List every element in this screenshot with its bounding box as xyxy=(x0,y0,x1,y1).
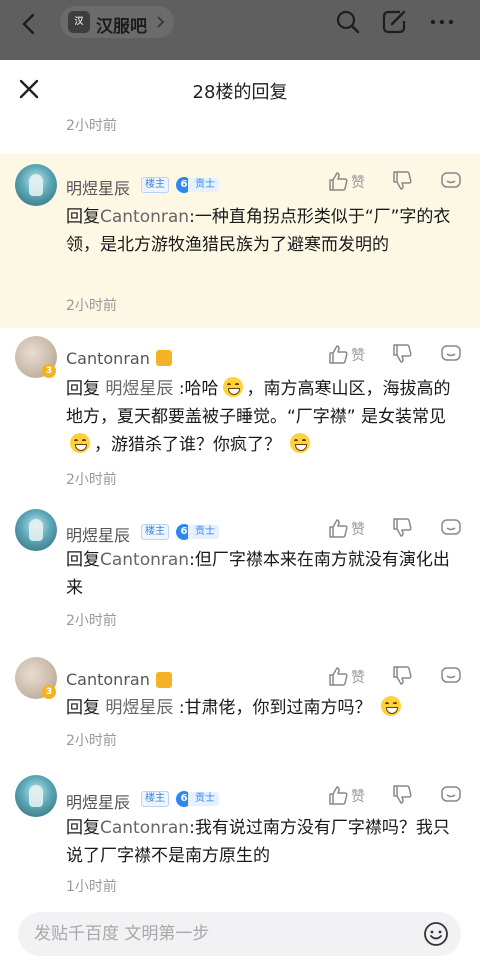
timestamp: 2小时前 xyxy=(66,298,117,314)
level-dot: 3 xyxy=(42,364,56,378)
timestamp: 2小时前 xyxy=(66,733,117,749)
reply-content: 回复Cantonran:一种直角拐点形类似于“厂”字的衣领，是北方游牧渔猎民族为… xyxy=(66,207,451,255)
reply-actions: 赞 xyxy=(327,170,467,194)
louzhu-badge: 楼主 xyxy=(141,524,169,540)
thumbs-down-icon[interactable] xyxy=(391,170,413,192)
timestamp: 2小时前 xyxy=(66,613,117,629)
username[interactable]: Cantonran xyxy=(66,349,150,368)
search-icon[interactable] xyxy=(334,8,362,36)
thumbs-down-icon[interactable] xyxy=(391,665,413,687)
reply-item: 3 Cantonran 赞 回复 明煜星辰 :甘肃佬，你到过南方吗？ 2小时前 xyxy=(0,650,480,772)
grin-emoji-icon xyxy=(70,433,90,453)
louzhu-badge: 楼主 xyxy=(141,177,169,193)
thumbs-down-icon[interactable] xyxy=(391,343,413,365)
avatar[interactable] xyxy=(15,775,57,817)
reply-actions: 赞 xyxy=(327,343,467,367)
thumbs-up-icon[interactable] xyxy=(327,343,349,365)
sheet-title: 28楼的回复 xyxy=(192,82,288,103)
avatar[interactable] xyxy=(15,164,57,206)
reply-input[interactable] xyxy=(34,912,414,956)
thumbs-up-icon[interactable] xyxy=(327,665,349,687)
reply-to-user[interactable]: Cantonran xyxy=(100,818,189,838)
back-icon[interactable] xyxy=(16,10,44,38)
username[interactable]: Cantonran xyxy=(66,670,150,689)
username[interactable]: 明煜星辰 xyxy=(66,789,130,813)
username[interactable]: 明煜星辰 xyxy=(66,522,130,546)
reply-content: 回复 明煜星辰 :甘肃佬，你到过南方吗？ xyxy=(66,694,466,722)
forum-logo: 汉 xyxy=(68,11,90,33)
grin-emoji-icon xyxy=(380,696,401,716)
reply-input-box[interactable] xyxy=(18,912,461,956)
sheet-header: 28楼的回复 xyxy=(0,60,480,118)
reply-content: 回复 明煜星辰 :哈哈 ，南方高寒山区，海拔高的地方，夏天都要盖被子睡觉。“厂字襟… xyxy=(66,377,451,455)
timestamp: 2小时前 xyxy=(66,472,117,488)
reply-item: 明煜星辰 楼主 6 贡士 赞 回复Cantonran:但厂字襟本来在南方就没有演化… xyxy=(0,502,480,650)
reply-content: 回复Cantonran:但厂字襟本来在南方就没有演化出来 xyxy=(66,550,450,598)
thumbs-down-icon[interactable] xyxy=(391,784,413,806)
reply-actions: 赞 xyxy=(327,665,467,689)
avatar[interactable]: 3 xyxy=(15,657,57,699)
top-timestamp: 2小时前 xyxy=(66,118,117,134)
avatar[interactable] xyxy=(15,509,57,551)
emoji-icon[interactable] xyxy=(423,921,449,947)
reply-content: 回复Cantonran:我有说过南方没有厂字襟吗？我只说了厂字襟不是南方原生的 xyxy=(66,818,450,866)
reply-to-user[interactable]: 明煜星辰 xyxy=(105,379,173,399)
vip-badge xyxy=(156,350,172,366)
grin-emoji-icon xyxy=(290,433,311,453)
forum-name: 汉服吧 xyxy=(96,17,147,37)
reply-to-user[interactable]: 明煜星辰 xyxy=(105,698,173,718)
comment-icon[interactable] xyxy=(440,170,462,192)
like-label[interactable]: 赞 xyxy=(351,786,365,806)
thumbs-up-icon[interactable] xyxy=(327,170,349,192)
comment-icon[interactable] xyxy=(440,343,462,365)
thumbs-up-icon[interactable] xyxy=(327,517,349,539)
like-label[interactable]: 赞 xyxy=(351,519,365,539)
thumbs-down-icon[interactable] xyxy=(391,517,413,539)
forum-top-bar: 汉 汉服吧 xyxy=(0,0,480,60)
timestamp: 1小时前 xyxy=(66,879,117,895)
more-icon[interactable] xyxy=(428,8,456,36)
avatar[interactable]: 3 xyxy=(15,336,57,378)
reply-to-user[interactable]: Cantonran xyxy=(100,550,189,570)
thumbs-up-icon[interactable] xyxy=(327,784,349,806)
reply-to-user[interactable]: Cantonran xyxy=(100,207,189,227)
like-label[interactable]: 赞 xyxy=(351,667,365,687)
username[interactable]: 明煜星辰 xyxy=(66,175,130,199)
reply-actions: 赞 xyxy=(327,517,467,541)
reply-item: 明煜星辰 楼主 6 贡士 赞 回复Cantonran:我有说过南方没有厂字襟吗？我… xyxy=(0,772,480,902)
level-dot: 3 xyxy=(42,685,56,699)
reply-actions: 赞 xyxy=(327,784,467,808)
vip-badge xyxy=(156,672,172,688)
reply-item: 3 Cantonran 赞 回复 明煜星辰 :哈哈 ，南方高寒山区，海拔高的地方，… xyxy=(0,328,480,502)
like-label[interactable]: 赞 xyxy=(351,172,365,192)
edit-icon[interactable] xyxy=(380,8,408,36)
comment-icon[interactable] xyxy=(440,665,462,687)
chevron-right-icon xyxy=(157,16,165,28)
comment-icon[interactable] xyxy=(440,517,462,539)
laugh-emoji-icon xyxy=(222,377,243,397)
forum-name-pill[interactable]: 汉 汉服吧 xyxy=(60,6,174,38)
comment-icon[interactable] xyxy=(440,784,462,806)
reply-item: 明煜星辰 楼主 6 贡士 赞 回复Cantonran:一种直角拐点形类似于“厂”字… xyxy=(0,154,480,328)
reply-sheet: 28楼的回复 2小时前 明煜星辰 楼主 6 贡士 赞 回复Cantonran:一种… xyxy=(0,60,480,971)
reply-input-bar xyxy=(0,900,480,971)
louzhu-badge: 楼主 xyxy=(141,791,169,807)
like-label[interactable]: 赞 xyxy=(351,345,365,365)
